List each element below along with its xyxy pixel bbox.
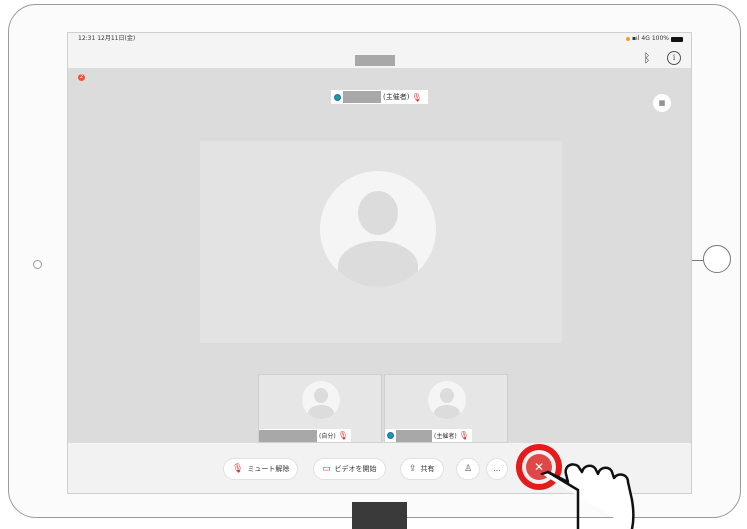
front-camera bbox=[33, 260, 42, 269]
main-video-tile bbox=[200, 141, 562, 343]
avatar-head-shape bbox=[440, 388, 454, 403]
app-screen: 12:31 12月11日(金) ▪ıl 4G 100% ᛒ i 2 (主催者) … bbox=[67, 32, 692, 494]
home-button[interactable] bbox=[703, 245, 731, 273]
network-type: 4G bbox=[641, 35, 650, 42]
thumbnail-self[interactable]: (自分) 🎙 bbox=[258, 374, 382, 443]
home-button-pointer-line bbox=[690, 260, 704, 261]
participant-role: (自分) bbox=[319, 433, 336, 440]
location-dot-icon bbox=[625, 37, 630, 41]
thumbnail-host[interactable]: (主催者) 🎙 bbox=[384, 374, 508, 443]
start-video-button[interactable]: ▭ ビデオを開始 bbox=[313, 458, 386, 480]
muted-mic-icon: 🎙 bbox=[458, 431, 469, 440]
avatar-body-shape bbox=[434, 405, 460, 419]
notification-badge[interactable]: 2 bbox=[78, 74, 85, 81]
battery-percent: 100% bbox=[651, 35, 669, 42]
speaker-role: (主催者) bbox=[383, 93, 410, 101]
status-indicators: ▪ıl 4G 100% bbox=[625, 33, 683, 45]
presence-icon bbox=[387, 432, 394, 439]
avatar-head-shape bbox=[314, 388, 328, 403]
signal-icon: ▪ıl bbox=[631, 35, 640, 42]
avatar-body-shape bbox=[308, 405, 334, 419]
pointing-hand-icon bbox=[540, 463, 635, 529]
presence-icon bbox=[334, 93, 341, 101]
participants-button[interactable]: ♙ bbox=[456, 458, 480, 480]
video-area: 2 (主催者) 🎙 ▦ (自分) 🎙 (主催者) 🎙 bbox=[68, 68, 691, 443]
status-bar: 12:31 12月11日(金) ▪ıl 4G 100% bbox=[68, 33, 691, 45]
avatar bbox=[302, 381, 340, 419]
layout-switch-icon[interactable]: ▦ bbox=[653, 94, 671, 112]
start-video-label: ビデオを開始 bbox=[334, 465, 377, 473]
muted-mic-icon: 🎙 bbox=[232, 464, 244, 474]
muted-mic-icon: 🎙 bbox=[411, 92, 422, 102]
thumbnail-label: (自分) 🎙 bbox=[259, 429, 351, 442]
share-button[interactable]: ⇪ 共有 bbox=[400, 458, 444, 480]
more-label: … bbox=[493, 465, 501, 473]
participant-name-redacted bbox=[259, 429, 317, 442]
more-button[interactable]: … bbox=[486, 458, 508, 480]
share-label: 共有 bbox=[420, 465, 435, 473]
participant-name-redacted bbox=[396, 429, 432, 442]
meeting-title-bar: ᛒ i bbox=[68, 45, 691, 68]
bluetooth-icon[interactable]: ᛒ bbox=[641, 50, 653, 66]
info-icon[interactable]: i bbox=[667, 51, 681, 65]
muted-mic-icon: 🎙 bbox=[337, 431, 348, 440]
share-icon: ⇪ bbox=[409, 464, 417, 474]
person-icon: ♙ bbox=[463, 464, 473, 474]
avatar bbox=[428, 381, 466, 419]
unmute-label: ミュート解除 bbox=[247, 465, 290, 473]
status-date: 12月11日(金) bbox=[97, 35, 136, 42]
active-speaker-label: (主催者) 🎙 bbox=[331, 90, 428, 104]
status-time-date: 12:31 12月11日(金) bbox=[78, 33, 135, 45]
avatar-body-shape bbox=[338, 241, 418, 287]
caption-redaction-bar bbox=[352, 502, 407, 529]
status-time: 12:31 bbox=[78, 35, 96, 42]
participant-role: (主催者) bbox=[434, 433, 457, 440]
avatar bbox=[320, 171, 436, 287]
thumbnail-label: (主催者) 🎙 bbox=[385, 429, 472, 442]
speaker-name-redacted bbox=[343, 91, 381, 103]
battery-icon bbox=[671, 36, 683, 42]
video-off-icon: ▭ bbox=[322, 464, 331, 474]
meeting-title-redacted bbox=[355, 55, 395, 66]
avatar-head-shape bbox=[358, 191, 398, 235]
unmute-button[interactable]: 🎙 ミュート解除 bbox=[223, 458, 299, 480]
